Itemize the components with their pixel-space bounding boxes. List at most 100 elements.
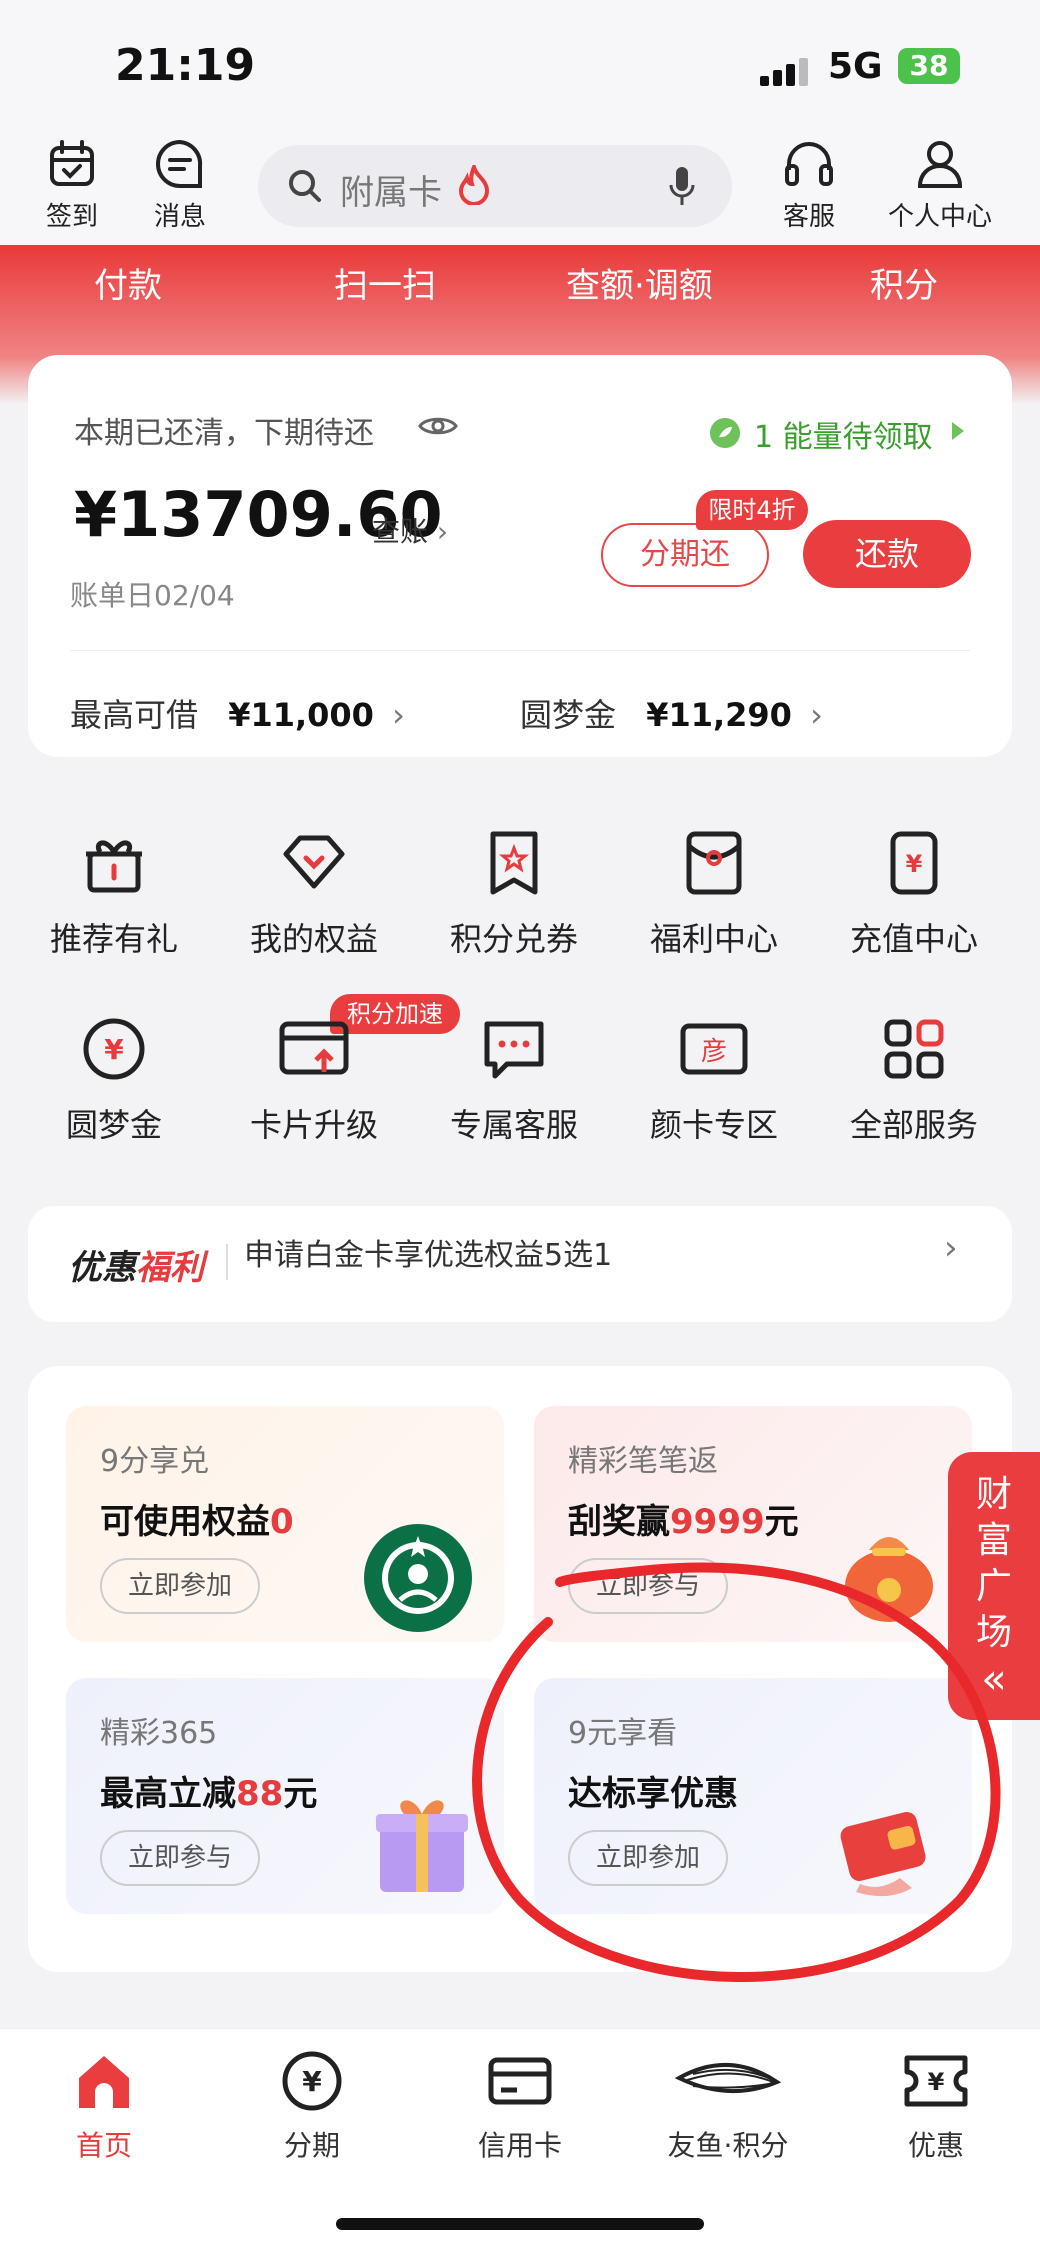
ticket-icon: ¥ — [904, 2055, 968, 2107]
max-borrow-label: 最高可借 — [70, 696, 199, 734]
service-welfare[interactable]: 福利中心 — [614, 830, 814, 960]
service-label: 圆梦金 — [65, 1106, 162, 1144]
fish-icon — [674, 2062, 782, 2094]
repay-button[interactable]: 还款 — [803, 520, 971, 588]
nav-label: 信用卡 — [477, 2129, 562, 2162]
max-borrow-link[interactable]: 最高可借 ¥11,000 › — [70, 690, 405, 736]
service-points-coupon[interactable]: 积分兑券 — [414, 830, 614, 960]
tab-scan[interactable]: 扫一扫 — [334, 258, 436, 307]
headset-icon — [785, 142, 833, 186]
nav-credit-card[interactable]: 信用卡 — [440, 2048, 600, 2164]
search-icon — [289, 170, 321, 202]
double-chevron-left-icon: « — [981, 1654, 1007, 1703]
view-bill-link[interactable]: 查账 › — [372, 510, 448, 550]
flame-icon — [458, 165, 490, 205]
service-button[interactable]: 客服 — [764, 138, 854, 233]
chevron-right-icon: › — [436, 515, 449, 548]
yan-card-icon: 彦 — [680, 1023, 748, 1075]
activity-card-discount[interactable]: 精彩365 最高立减88元 立即参与 — [66, 1678, 504, 1914]
promo-separator — [226, 1244, 228, 1280]
nav-installment[interactable]: ¥ 分期 — [232, 2048, 392, 2164]
wealth-char: 广 — [975, 1566, 1012, 1607]
activity-card-scratch[interactable]: 精彩笔笔返 刮奖赢9999元 立即参与 — [534, 1406, 972, 1642]
discount-badge: 限时4折 — [696, 490, 808, 530]
calendar-icon — [50, 140, 94, 186]
chevron-right-icon[interactable]: › — [944, 1228, 958, 1268]
dream-gold-link[interactable]: 圆梦金 ¥11,290 › — [520, 690, 823, 736]
service-label: 福利中心 — [649, 920, 778, 958]
nav-label: 优惠 — [907, 2129, 964, 2162]
activity-title: 最高立减88元 — [100, 1766, 317, 1815]
view-bill-label: 查账 — [372, 515, 429, 548]
installment-repay-button[interactable]: 分期还 — [601, 523, 769, 587]
activity-highlight: 88 — [236, 1774, 284, 1814]
energy-link[interactable]: 1 能量待领取 — [754, 412, 933, 456]
signal-icon — [760, 58, 808, 86]
nav-label: 友鱼·积分 — [667, 2129, 789, 2162]
activity-title-text: 可使用权益 — [100, 1502, 270, 1542]
microphone-icon[interactable] — [668, 165, 696, 207]
activity-highlight: 9999 — [670, 1502, 765, 1542]
svg-text:¥: ¥ — [104, 1033, 124, 1066]
activity-title-text: 刮奖赢 — [568, 1502, 670, 1542]
search-bar[interactable]: 附属卡 — [258, 145, 732, 227]
eye-icon[interactable] — [418, 413, 458, 439]
service-recharge[interactable]: ¥ 充值中心 — [814, 830, 1014, 960]
tab-points[interactable]: 积分 — [870, 258, 938, 307]
wealth-char: 财 — [975, 1474, 1012, 1515]
profile-button[interactable]: 个人中心 — [880, 138, 1000, 233]
play-arrow-icon — [952, 422, 964, 440]
checkin-button[interactable]: 签到 — [27, 138, 117, 233]
service-label: 充值中心 — [849, 920, 978, 958]
service-label: 推荐有礼 — [49, 920, 178, 958]
activity-suffix: 元 — [764, 1502, 799, 1542]
activity-card-rights[interactable]: 9分享兑 可使用权益0 立即参加 — [66, 1406, 504, 1642]
activity-title: 达标享优惠 — [568, 1766, 738, 1815]
gift-box-icon — [376, 1800, 468, 1892]
svg-text:彦: 彦 — [701, 1037, 727, 1067]
svg-text:¥: ¥ — [302, 2065, 322, 2098]
yen-circle-icon: ¥ — [83, 1018, 145, 1080]
activity-subtitle: 9元享看 — [568, 1716, 678, 1751]
status-time: 21:19 — [115, 40, 256, 91]
search-placeholder: 附属卡 — [340, 173, 442, 213]
promo-brand-red: 福利 — [136, 1248, 204, 1288]
join-button[interactable]: 立即参与 — [100, 1830, 260, 1886]
max-borrow-value: ¥11,000 — [228, 696, 374, 734]
wealth-plaza-tab[interactable]: 财 富 广 场 « — [948, 1452, 1040, 1720]
welfare-icon — [686, 831, 742, 895]
service-label: 积分兑券 — [449, 920, 578, 958]
wealth-char: 富 — [975, 1520, 1012, 1561]
wealth-char: 场 — [975, 1612, 1012, 1653]
service-yan-card[interactable]: 彦 颜卡专区 — [614, 1016, 814, 1146]
nav-deals[interactable]: ¥ 优惠 — [856, 2048, 1016, 2164]
nav-fish-points[interactable]: 友鱼·积分 — [648, 2048, 808, 2164]
service-dream-gold[interactable]: ¥ 圆梦金 — [14, 1016, 214, 1146]
join-button[interactable]: 立即参加 — [100, 1558, 260, 1614]
service-my-rights[interactable]: 我的权益 — [214, 830, 414, 960]
message-label: 消息 — [153, 202, 206, 232]
recharge-icon: ¥ — [890, 831, 938, 895]
service-all[interactable]: 全部服务 — [814, 1016, 1014, 1146]
dream-gold-label: 圆梦金 — [520, 696, 617, 734]
activity-card-movie[interactable]: 9元享看 达标享优惠 立即参加 — [534, 1678, 972, 1914]
activity-suffix: 元 — [283, 1774, 318, 1814]
tab-pay[interactable]: 付款 — [94, 258, 162, 307]
service-card-upgrade[interactable]: 卡片升级 — [214, 1016, 414, 1146]
join-button[interactable]: 立即参加 — [568, 1830, 728, 1886]
message-button[interactable]: 消息 — [135, 138, 225, 233]
join-button[interactable]: 立即参与 — [568, 1558, 728, 1614]
gift-icon — [86, 840, 142, 893]
credit-card-icon — [488, 2057, 552, 2105]
chat-icon — [484, 1021, 544, 1079]
service-recommend[interactable]: 推荐有礼 — [14, 830, 214, 960]
nav-home[interactable]: 首页 — [24, 2048, 184, 2164]
tab-credit-limit[interactable]: 查额·调额 — [566, 258, 713, 307]
service-exclusive-support[interactable]: 专属客服 — [414, 1016, 614, 1146]
profile-label: 个人中心 — [887, 202, 992, 232]
promo-text: 申请白金卡享优选权益5选1 — [244, 1238, 613, 1273]
activity-title-text: 最高立减 — [100, 1774, 236, 1814]
chevron-right-icon: › — [392, 696, 405, 734]
bill-date: 账单日02/04 — [70, 579, 235, 612]
installment-icon: ¥ — [282, 2051, 342, 2111]
